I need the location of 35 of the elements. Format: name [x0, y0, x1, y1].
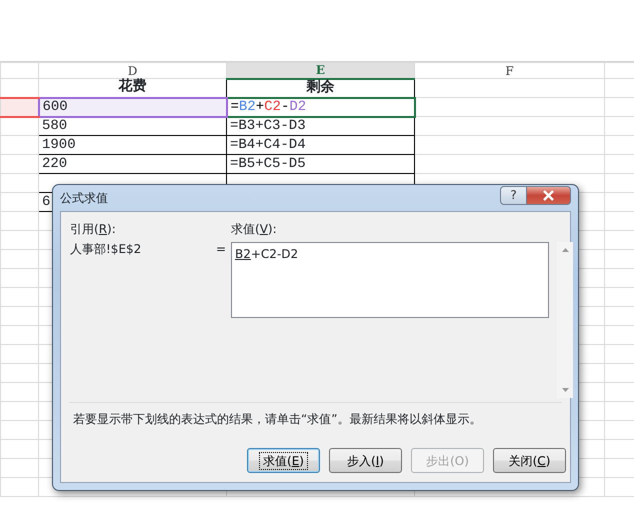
scroll-down-icon[interactable] [562, 388, 568, 392]
reference-label: 引用(R): [70, 221, 116, 238]
table-cell: 6 [42, 194, 50, 210]
formula-part: C2 [264, 98, 281, 114]
table-cell: =B5+C5-D5 [230, 156, 306, 172]
table-cell: 220 [42, 156, 68, 172]
formula-part: B2 [238, 98, 256, 114]
table-cell: =B4+C4-D4 [230, 136, 306, 152]
formula-part: = [230, 98, 239, 114]
table-cell: 1900 [42, 136, 76, 152]
evaluation-field[interactable]: B2+C2-D2 [231, 242, 549, 318]
dialog-title: 公式求值 [60, 190, 108, 207]
column-header[interactable]: E [226, 62, 414, 78]
evaluation-label: 求值(V): [231, 221, 277, 238]
close-button[interactable] [527, 186, 571, 204]
dialog-button[interactable]: 关闭(C) [493, 448, 566, 473]
formula-part: + [256, 98, 264, 114]
column-header[interactable]: F [414, 62, 604, 78]
scrollbar[interactable] [557, 242, 573, 398]
table-cell: 花费 [118, 79, 146, 96]
equals-sign: = [216, 241, 226, 258]
table-cell: 580 [42, 118, 68, 134]
formula-part: D2 [289, 98, 306, 114]
instruction-text: 若要显示带下划线的表达式的结果，请单击“求值”。最新结果将以斜体显示。 [73, 411, 482, 428]
table-cell: =B3+C3-D3 [230, 118, 306, 134]
column-header[interactable]: D [38, 62, 226, 78]
scroll-up-icon[interactable] [562, 248, 568, 252]
reference-value: 人事部!$E$2 [70, 241, 142, 258]
dialog-button[interactable]: 步入(I) [329, 448, 402, 473]
table-cell: 剩余 [306, 80, 334, 96]
table-cell: 600 [42, 98, 68, 114]
close-icon [542, 190, 555, 200]
formula-part: - [280, 98, 290, 114]
dialog-button[interactable]: 求值(E) [247, 448, 320, 473]
help-button[interactable]: ? [500, 186, 527, 204]
